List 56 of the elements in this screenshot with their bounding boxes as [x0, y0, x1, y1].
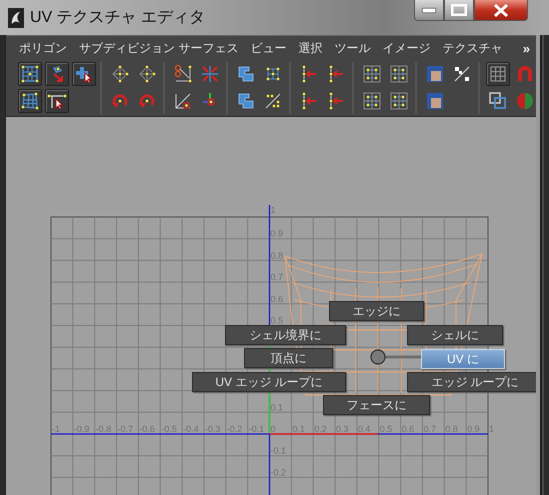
vertex-net-icon: [137, 64, 157, 84]
puzzle-shape-icon: [236, 64, 256, 84]
squares-icon: [488, 91, 508, 111]
toolbar-button[interactable]: [45, 89, 69, 113]
uv-grid-icon: [20, 64, 40, 84]
marking-menu-item[interactable]: エッジに: [329, 301, 424, 321]
toolbar-button[interactable]: [18, 89, 42, 113]
diagonal-icon: [263, 91, 283, 111]
align-icon: [299, 64, 319, 84]
window-title: UV テクスチャ エディタ: [30, 8, 206, 28]
close-button[interactable]: [474, 0, 528, 21]
grid-box-icon: [362, 64, 382, 84]
menu-item[interactable]: サブディビジョン サーフェス: [73, 40, 244, 56]
diagonal-icon: [173, 91, 193, 111]
arrows-icon: [200, 64, 220, 84]
align-icon: [299, 91, 319, 111]
app-icon: [8, 8, 24, 28]
image-icon: [425, 64, 445, 84]
vertex-net-icon: [110, 64, 130, 84]
scissors-icon: [173, 64, 193, 84]
menu-item[interactable]: ポリゴン: [13, 40, 73, 56]
close-icon: [493, 4, 509, 16]
menu-item[interactable]: ツール: [328, 40, 376, 56]
marking-menu-item[interactable]: 頂点に: [244, 348, 333, 368]
maximize-icon: [451, 4, 467, 16]
dot-grid-icon: [263, 64, 283, 84]
marking-menu-item[interactable]: シェル境界に: [225, 325, 346, 345]
align-icon: [326, 64, 346, 84]
toolbar-button[interactable]: [486, 62, 510, 86]
puzzle-shape-icon: [236, 91, 256, 111]
menu-overflow-button[interactable]: »: [522, 40, 536, 56]
cursor-icon: [74, 64, 94, 84]
menu-item[interactable]: 選択: [292, 40, 328, 56]
marking-menu-hub-drawing: [370, 349, 422, 365]
toolbar-button[interactable]: [72, 62, 96, 86]
maximize-button[interactable]: [444, 0, 474, 21]
uv-grid-icon: [20, 91, 40, 111]
menu-item[interactable]: イメージ: [376, 40, 436, 56]
minimize-icon: [422, 8, 436, 12]
toolbar-button[interactable]: [18, 62, 42, 86]
grid-icon: [488, 64, 508, 84]
marking-menu-item[interactable]: UV エッジ ループに: [192, 372, 346, 392]
minimize-button[interactable]: [414, 0, 444, 21]
grid-box-icon: [362, 91, 382, 111]
marking-menu-item[interactable]: フェースに: [323, 395, 430, 415]
menu-item[interactable]: ビュー: [244, 40, 292, 56]
grid-box-icon: [389, 64, 409, 84]
marking-menu-item[interactable]: エッジ ループに: [407, 372, 536, 392]
marking-menu-item[interactable]: シェルに: [407, 325, 503, 345]
magnet-icon: [515, 64, 535, 84]
image-icon: [425, 91, 445, 111]
align-icon: [326, 91, 346, 111]
menu-item[interactable]: テクスチャ: [436, 40, 508, 56]
sphere-icon: [515, 91, 535, 111]
grid-box-icon: [389, 91, 409, 111]
checker-icon: [452, 64, 472, 84]
